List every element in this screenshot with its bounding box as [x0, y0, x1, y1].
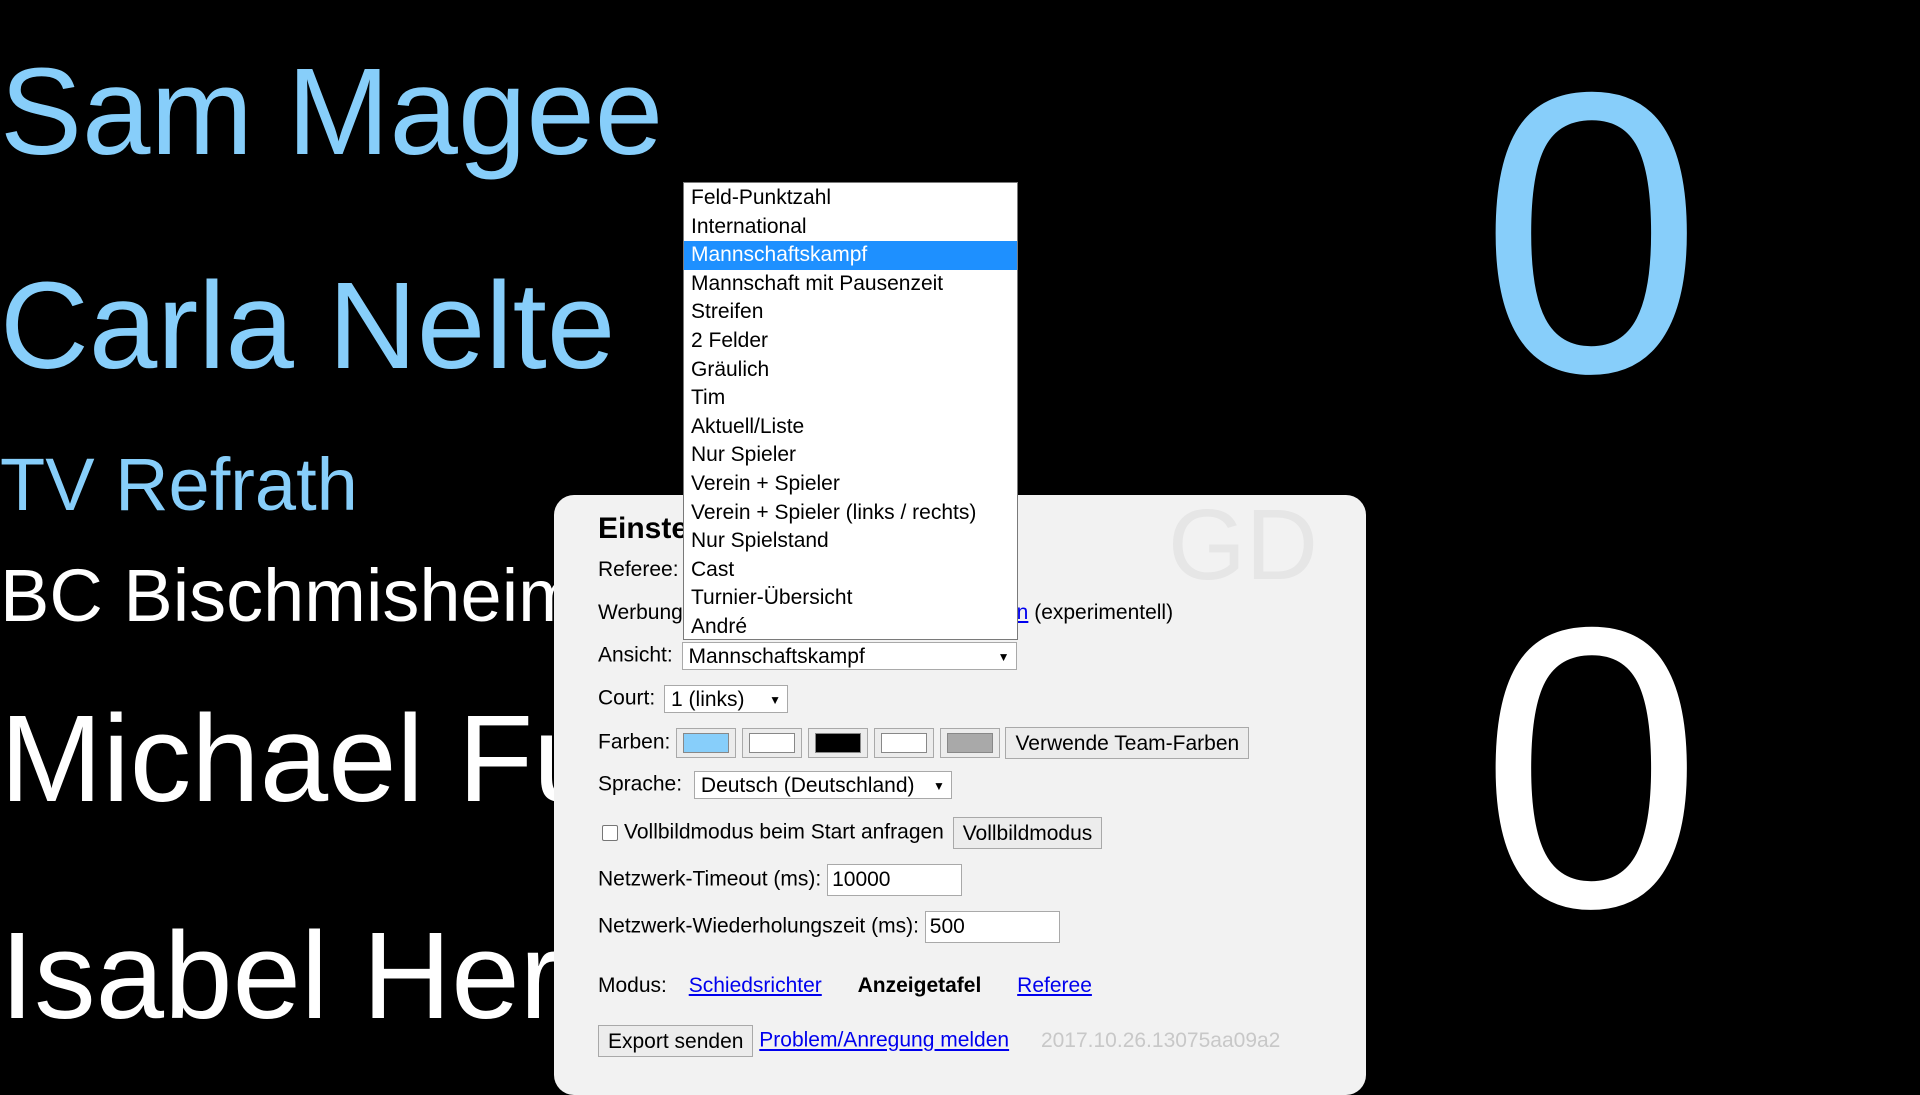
- farben-label: Farben:: [598, 730, 671, 754]
- retry-label: Netzwerk-Wiederholungszeit (ms):: [598, 914, 919, 938]
- fullscreen-checkbox-label: Vollbildmodus beim Start anfragen: [624, 820, 944, 844]
- dropdown-option[interactable]: Verein + Spieler: [684, 470, 1017, 499]
- court-select-value: 1 (links): [671, 688, 745, 711]
- chevron-down-icon: ▼: [933, 779, 945, 793]
- dropdown-option[interactable]: Nur Spielstand: [684, 527, 1017, 556]
- werbung-link-row: ren (experimentell): [998, 601, 1173, 625]
- retry-row: Netzwerk-Wiederholungszeit (ms): 500: [598, 911, 1060, 943]
- mode-anzeigetafel-current: Anzeigetafel: [857, 974, 982, 997]
- discipline-watermark: GD: [1168, 489, 1318, 601]
- dropdown-option[interactable]: Tim: [684, 384, 1017, 413]
- team2-score: 0: [1480, 544, 1703, 991]
- ansicht-select[interactable]: Mannschaftskampf ▼: [681, 642, 1017, 670]
- dropdown-option[interactable]: Mannschaft mit Pausenzeit: [684, 270, 1017, 299]
- fullscreen-checkbox[interactable]: [602, 825, 618, 841]
- modus-row: Modus: Schiedsrichter Anzeigetafel Refer…: [598, 974, 1092, 998]
- ansicht-row: Ansicht: Mannschaftskampf ▼: [598, 642, 1017, 670]
- dropdown-option[interactable]: Streifen: [684, 298, 1017, 327]
- dropdown-option[interactable]: Verein + Spieler (links / rechts): [684, 499, 1017, 528]
- team1-player2-name: Carla Nelte: [0, 258, 616, 395]
- dropdown-option[interactable]: Cast: [684, 556, 1017, 585]
- version-label: 2017.10.26.13075aa09a2: [1040, 1028, 1281, 1052]
- timeout-input[interactable]: 10000: [827, 864, 963, 896]
- ansicht-label: Ansicht:: [598, 643, 673, 667]
- court-label: Court:: [598, 686, 656, 710]
- color-swatch-team1[interactable]: [676, 728, 737, 758]
- dropdown-option[interactable]: Turnier-Übersicht: [684, 584, 1017, 613]
- werbung-label: Werbung: [598, 601, 683, 624]
- chevron-down-icon: ▼: [997, 650, 1010, 664]
- sprache-label: Sprache:: [598, 772, 683, 796]
- color-swatch-foreground[interactable]: [873, 728, 934, 758]
- referee-row: Referee:: [598, 558, 679, 582]
- court-select[interactable]: 1 (links) ▼: [664, 685, 789, 713]
- fullscreen-button[interactable]: Vollbildmodus: [952, 817, 1103, 849]
- werbung-note: (experimentell): [1034, 601, 1174, 624]
- export-button[interactable]: Export senden: [598, 1025, 754, 1057]
- modus-label: Modus:: [598, 974, 667, 997]
- referee-label: Referee:: [598, 558, 679, 581]
- werbung-row: Werbung: [598, 601, 683, 625]
- dropdown-option[interactable]: International: [684, 213, 1017, 242]
- dropdown-option[interactable]: Feld-Punktzahl: [684, 184, 1017, 213]
- fullscreen-row: Vollbildmodus beim Start anfragen Vollbi…: [602, 817, 1103, 849]
- mode-schiedsrichter-link[interactable]: Schiedsrichter: [689, 974, 822, 997]
- dropdown-option[interactable]: Gräulich: [684, 356, 1017, 385]
- court-row: Court: 1 (links) ▼: [598, 685, 789, 713]
- sprache-select-value: Deutsch (Deutschland): [700, 774, 915, 797]
- sprache-select[interactable]: Deutsch (Deutschland) ▼: [693, 771, 952, 799]
- ansicht-select-value: Mannschaftskampf: [688, 645, 865, 668]
- timeout-row: Netzwerk-Timeout (ms): 10000: [598, 864, 963, 896]
- timeout-label: Netzwerk-Timeout (ms):: [598, 867, 822, 891]
- dropdown-option[interactable]: Aktuell/Liste: [684, 413, 1017, 442]
- farben-row: Farben: Verwende Team-Farben: [598, 727, 1250, 759]
- team1-score: 0: [1480, 9, 1703, 456]
- chevron-down-icon: ▼: [769, 693, 782, 707]
- dropdown-option[interactable]: Nur Spieler: [684, 441, 1017, 470]
- ansicht-dropdown-list[interactable]: Feld-Punktzahl International Mannschaftska…: [683, 182, 1018, 640]
- retry-input[interactable]: 500: [924, 911, 1060, 943]
- dropdown-option[interactable]: André: [684, 613, 1017, 642]
- footer-row: Export senden Problem/Anregung melden 20…: [598, 1025, 1280, 1057]
- sprache-row: Sprache: Deutsch (Deutschland) ▼: [598, 771, 952, 799]
- report-problem-link[interactable]: Problem/Anregung melden: [759, 1029, 1009, 1052]
- dropdown-option[interactable]: Mannschaftskampf: [684, 241, 1017, 270]
- team1-player1-name: Sam Magee: [0, 44, 664, 181]
- color-swatch-team2[interactable]: [742, 728, 803, 758]
- team-colors-button[interactable]: Verwende Team-Farben: [1005, 727, 1250, 759]
- team1-club-name: TV Refrath: [0, 443, 358, 526]
- dropdown-option[interactable]: 2 Felder: [684, 327, 1017, 356]
- team2-club-name: BC Bischmisheim: [0, 554, 580, 637]
- color-swatch-extra[interactable]: [939, 728, 1000, 758]
- color-swatch-background[interactable]: [807, 728, 868, 758]
- mode-referee-link[interactable]: Referee: [1017, 974, 1092, 997]
